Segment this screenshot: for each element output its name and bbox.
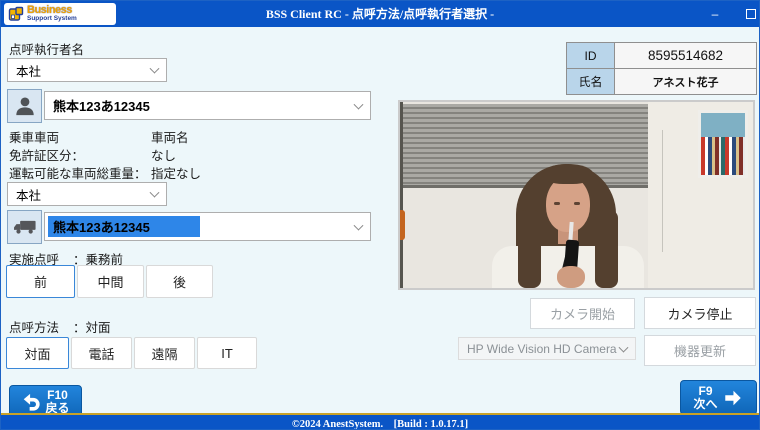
book-spines bbox=[701, 137, 745, 175]
next-button[interactable]: F9 次へ bbox=[680, 380, 757, 415]
orange-object bbox=[400, 210, 405, 240]
vehicle-icon-box bbox=[7, 210, 42, 244]
person-eye-right bbox=[574, 202, 580, 205]
method-label: 点呼方法 bbox=[9, 317, 73, 336]
person-hair-fringe bbox=[543, 164, 593, 184]
hanging-cord bbox=[662, 130, 663, 252]
chevron-down-icon bbox=[354, 220, 364, 230]
person-hand bbox=[557, 266, 585, 288]
weight-label: 運転可能な車両総重量： bbox=[9, 163, 147, 182]
chevron-down-icon bbox=[150, 64, 160, 74]
driver-info-table: ID 8595514682 氏名 アネスト花子 bbox=[566, 42, 757, 95]
vehicle-plate-value: 熊本123あ12345 bbox=[48, 216, 200, 237]
method-label-row: 点呼方法：対面 bbox=[9, 317, 111, 336]
rollcall-option-before[interactable]: 前 bbox=[6, 265, 75, 298]
vehicle-heading: 乗車車両 bbox=[9, 127, 59, 146]
name-value-cell: アネスト花子 bbox=[615, 69, 756, 94]
driver-icon-box bbox=[7, 89, 42, 123]
minimize-button[interactable]: – bbox=[703, 1, 727, 27]
table-row: ID 8595514682 bbox=[567, 43, 756, 68]
chevron-down-icon bbox=[619, 342, 629, 352]
id-value-cell: 8595514682 bbox=[615, 43, 756, 68]
executor-driver-value: 熊本123あ12345 bbox=[53, 96, 150, 115]
camera-device-value: HP Wide Vision HD Camera bbox=[467, 342, 617, 356]
weight-value: 指定なし bbox=[151, 163, 201, 182]
method-option-phone[interactable]: 電話 bbox=[71, 337, 132, 369]
person-icon bbox=[14, 94, 36, 118]
title-bar: Business Support System BSS Client RC - … bbox=[1, 1, 759, 27]
camera-preview bbox=[398, 100, 755, 290]
chevron-down-icon bbox=[354, 99, 364, 109]
executor-section-label: 点呼執行者名 bbox=[9, 39, 84, 58]
back-arrow-icon bbox=[21, 392, 41, 412]
next-label: 次へ bbox=[693, 398, 717, 411]
method-option-face[interactable]: 対面 bbox=[6, 337, 69, 369]
window-blinds bbox=[402, 104, 648, 186]
license-value: なし bbox=[151, 145, 176, 164]
vehicle-name-label: 車両名 bbox=[151, 127, 189, 146]
executor-driver-select[interactable]: 熊本123あ12345 bbox=[44, 91, 371, 120]
vehicle-office-value: 本社 bbox=[16, 185, 41, 204]
method-option-remote[interactable]: 遠隔 bbox=[134, 337, 195, 369]
method-option-it[interactable]: IT bbox=[197, 337, 257, 369]
next-key: F9 bbox=[698, 385, 712, 398]
back-key: F10 bbox=[47, 389, 68, 402]
camera-start-button[interactable]: カメラ開始 bbox=[530, 298, 635, 329]
camera-scene bbox=[400, 102, 753, 288]
vehicle-office-select[interactable]: 本社 bbox=[7, 182, 167, 206]
chevron-down-icon bbox=[150, 188, 160, 198]
rollcall-option-after[interactable]: 後 bbox=[146, 265, 213, 298]
truck-icon bbox=[12, 218, 38, 236]
copyright-text: ©2024 AnestSystem. [Build : 1.0.17.1] bbox=[292, 416, 468, 430]
person-hair-left bbox=[518, 210, 541, 288]
back-button-text: F10 戻る bbox=[45, 389, 69, 414]
person-hair-right bbox=[595, 210, 618, 288]
person-face bbox=[546, 176, 590, 232]
restore-button[interactable] bbox=[739, 1, 760, 27]
camera-stop-button[interactable]: カメラ停止 bbox=[644, 297, 756, 329]
license-label: 免許証区分： bbox=[9, 145, 84, 164]
status-bar: ©2024 AnestSystem. [Build : 1.0.17.1] bbox=[1, 413, 759, 430]
executor-office-value: 本社 bbox=[16, 61, 41, 80]
device-refresh-button[interactable]: 機器更新 bbox=[644, 335, 756, 366]
left-edge-strip bbox=[400, 102, 403, 288]
person-eye-left bbox=[554, 202, 560, 205]
next-arrow-icon bbox=[722, 388, 744, 408]
next-button-text: F9 次へ bbox=[693, 385, 717, 410]
executor-office-select[interactable]: 本社 bbox=[7, 58, 167, 82]
restore-icon bbox=[746, 9, 756, 19]
method-current: ：対面 bbox=[73, 321, 111, 335]
vehicle-plate-select[interactable]: 熊本123あ12345 bbox=[44, 212, 371, 241]
name-label-cell: 氏名 bbox=[567, 69, 615, 94]
table-row: 氏名 アネスト花子 bbox=[567, 68, 756, 94]
bookshelf-window bbox=[698, 110, 748, 178]
camera-device-select[interactable]: HP Wide Vision HD Camera bbox=[458, 337, 636, 360]
window-title: BSS Client RC - 点呼方法/点呼執行者選択 - bbox=[1, 1, 759, 27]
rollcall-option-middle[interactable]: 中間 bbox=[77, 265, 144, 298]
app-window: Business Support System BSS Client RC - … bbox=[0, 0, 760, 430]
id-label-cell: ID bbox=[567, 43, 615, 68]
